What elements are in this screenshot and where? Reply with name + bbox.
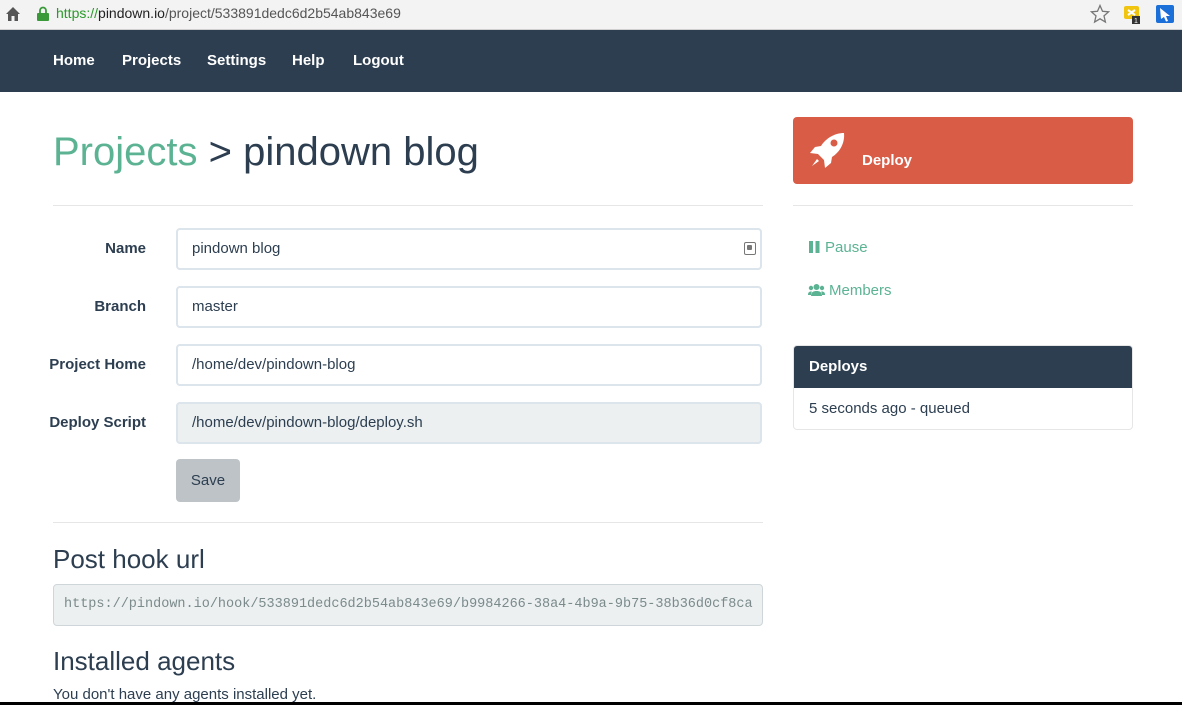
name-label: Name xyxy=(105,240,146,257)
deploy-script-input-value: /home/dev/pindown-blog/deploy.sh xyxy=(192,414,423,431)
users-icon xyxy=(808,284,825,296)
branch-input[interactable]: master xyxy=(176,286,762,328)
breadcrumb-projects-link[interactable]: Projects xyxy=(53,130,198,174)
page-title: Projects > pindown blog xyxy=(53,130,479,175)
url-scheme: https:// xyxy=(56,5,99,21)
no-agents-message: You don't have any agents installed yet. xyxy=(53,686,317,703)
nav-help[interactable]: Help xyxy=(292,52,325,69)
svg-text:1: 1 xyxy=(1134,18,1138,24)
branch-label: Branch xyxy=(94,298,146,315)
nav-logout[interactable]: Logout xyxy=(353,52,404,69)
lock-icon xyxy=(37,6,49,21)
pause-link-label: Pause xyxy=(825,239,868,256)
members-link-label: Members xyxy=(829,282,892,299)
deploy-button-label: Deploy xyxy=(862,152,913,169)
installed-agents-heading: Installed agents xyxy=(53,646,236,676)
breadcrumb-separator: > xyxy=(197,130,244,174)
nav-projects[interactable]: Projects xyxy=(122,52,181,69)
divider xyxy=(793,205,1133,206)
deploys-panel-title: Deploys xyxy=(794,346,1132,388)
divider xyxy=(53,205,763,206)
deploy-button[interactable]: Deploy xyxy=(793,117,1133,184)
extension-icon[interactable] xyxy=(1155,4,1175,24)
name-input[interactable]: pindown blog xyxy=(176,228,762,270)
url-path: /project/533891dedc6d2b54ab843e69 xyxy=(164,5,401,21)
top-navbar: Home Projects Settings Help Logout xyxy=(0,30,1182,92)
extension-icon[interactable]: 1 xyxy=(1123,4,1141,24)
project-name-heading: pindown blog xyxy=(243,130,479,174)
url-host: pindown.io xyxy=(98,5,165,21)
deploys-panel: Deploys 5 seconds ago - queued xyxy=(793,345,1133,430)
post-hook-heading: Post hook url xyxy=(53,544,205,574)
browser-toolbar: https://pindown.io/project/533891dedc6d2… xyxy=(0,0,1182,30)
rocket-icon xyxy=(810,133,845,168)
home-icon[interactable] xyxy=(4,5,22,23)
members-link[interactable]: Members xyxy=(808,282,892,299)
contact-card-icon xyxy=(744,242,756,255)
project-home-input[interactable]: /home/dev/pindown-blog xyxy=(176,344,762,386)
divider xyxy=(53,522,763,523)
deploy-list-item[interactable]: 5 seconds ago - queued xyxy=(794,388,1132,429)
pause-link[interactable]: Pause xyxy=(808,239,868,256)
nav-settings[interactable]: Settings xyxy=(207,52,266,69)
project-home-label: Project Home xyxy=(49,356,146,373)
project-home-input-value: /home/dev/pindown-blog xyxy=(192,356,356,373)
address-bar[interactable]: https://pindown.io/project/533891dedc6d2… xyxy=(56,5,401,21)
deploy-script-input: /home/dev/pindown-blog/deploy.sh xyxy=(176,402,762,444)
name-input-value: pindown blog xyxy=(192,240,281,257)
deploy-script-label: Deploy Script xyxy=(49,414,146,431)
nav-home[interactable]: Home xyxy=(53,52,95,69)
pause-icon xyxy=(809,241,820,253)
star-icon[interactable] xyxy=(1090,4,1110,24)
branch-input-value: master xyxy=(192,298,238,315)
save-button[interactable]: Save xyxy=(176,459,240,502)
post-hook-url-field[interactable]: https://pindown.io/hook/533891dedc6d2b54… xyxy=(53,584,763,626)
